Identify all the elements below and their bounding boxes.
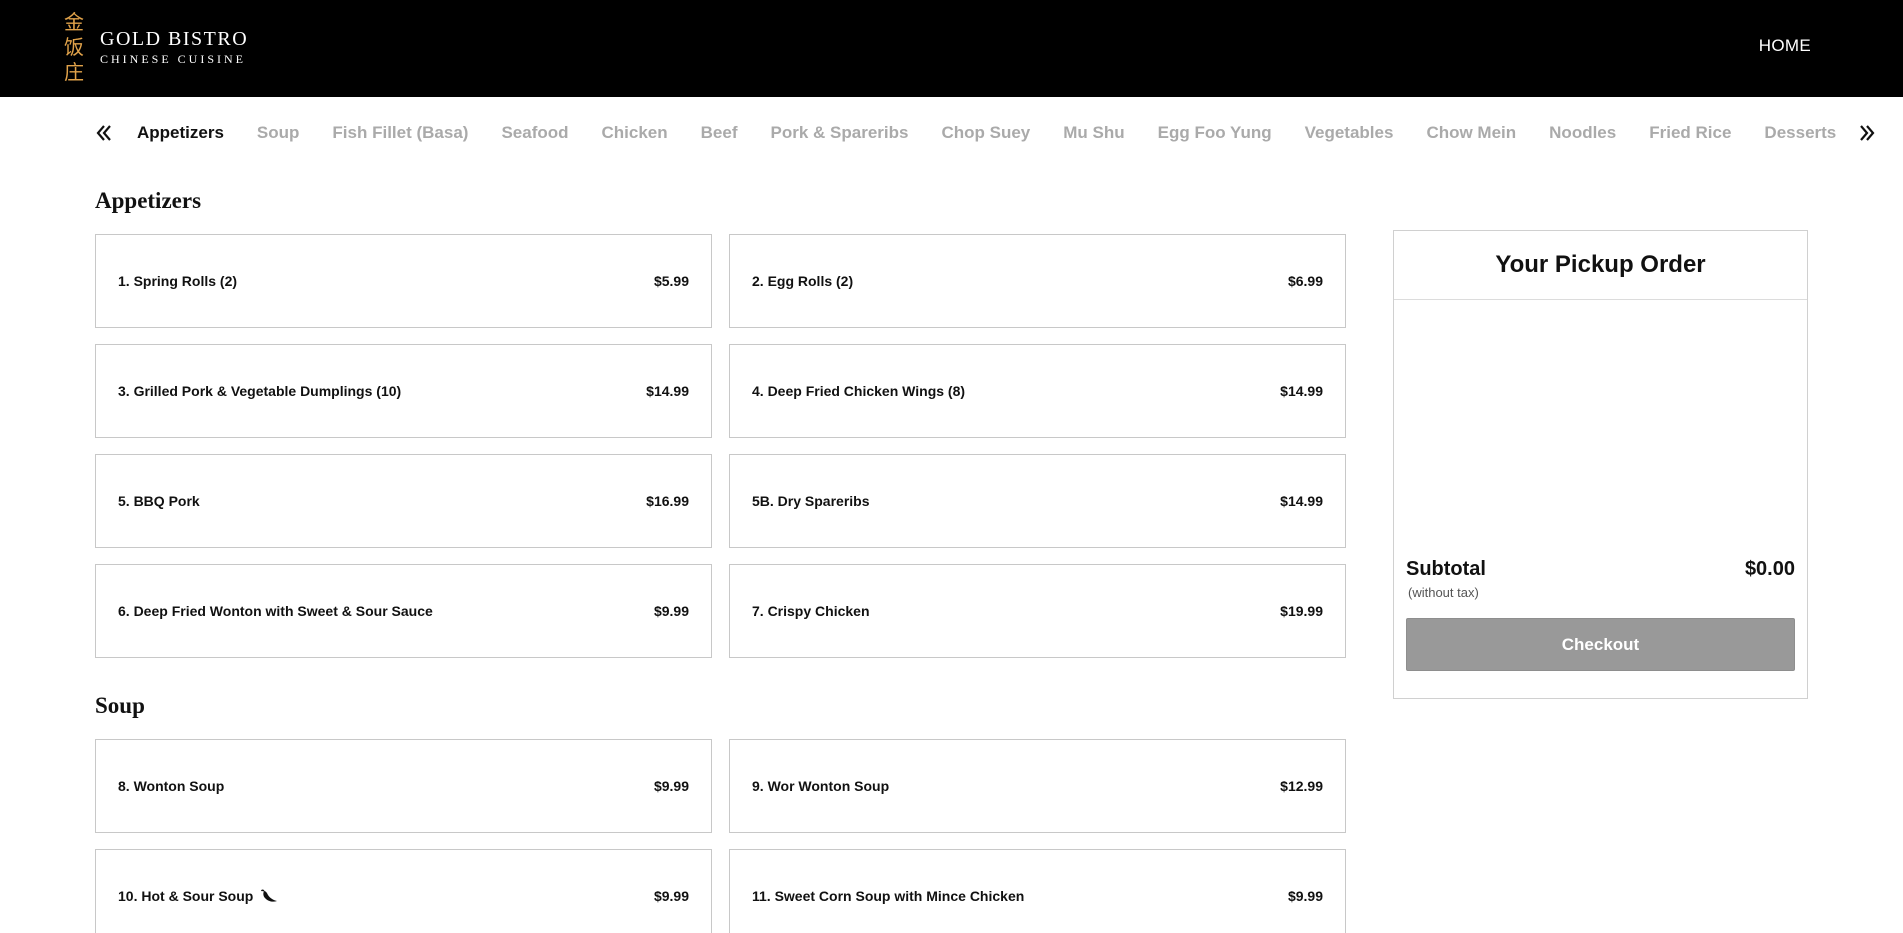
menu-item-price: $19.99 [1280,603,1323,619]
category-tab[interactable]: Fish Fillet (Basa) [332,123,468,143]
logo-char: 庄 [64,60,84,84]
category-tab[interactable]: Egg Foo Yung [1158,123,1272,143]
menu-item[interactable]: 8. Wonton Soup $9.99 [95,739,712,833]
logo-char: 金 [64,10,84,34]
category-tab[interactable]: Seafood [501,123,568,143]
menu-item[interactable]: 3. Grilled Pork & Vegetable Dumplings (1… [95,344,712,438]
menu-item[interactable]: 10. Hot & Sour Soup $9.99 [95,849,712,933]
category-tab[interactable]: Beef [701,123,738,143]
menu-item-price: $16.99 [646,493,689,509]
menu-item[interactable]: 9. Wor Wonton Soup $12.99 [729,739,1346,833]
order-items-area [1394,300,1807,558]
menu-item[interactable]: 6. Deep Fried Wonton with Sweet & Sour S… [95,564,712,658]
menu-item-name: 6. Deep Fried Wonton with Sweet & Sour S… [118,603,433,619]
checkout-button[interactable]: Checkout [1406,618,1795,671]
menu-item-name-wrap: 10. Hot & Sour Soup [118,888,279,904]
menu-item-name: 4. Deep Fried Chicken Wings (8) [752,383,966,399]
brand-tagline: CHINESE CUISINE [100,52,246,66]
menu-item-price: $6.99 [1287,273,1323,289]
menu-item-name: 2. Egg Rolls (2) [752,273,854,289]
logo-chinese-characters: 金 饭 庄 [64,10,84,85]
menu-item-name: 5. BBQ Pork [118,493,200,509]
category-tab[interactable]: Fried Rice [1649,123,1731,143]
category-tab[interactable]: Chop Suey [941,123,1030,143]
menu-item-name: 11. Sweet Corn Soup with Mince Chicken [752,888,1025,904]
menu-item-name: 8. Wonton Soup [118,778,225,794]
site-header: 金 饭 庄 GOLD BISTRO CHINESE CUISINE HOME [0,0,1903,97]
tax-note: (without tax) [1408,585,1479,600]
logo-text: GOLD BISTRO CHINESE CUISINE [100,28,248,67]
menu-item[interactable]: 1. Spring Rolls (2) $5.99 [95,234,712,328]
menu-item[interactable]: 4. Deep Fried Chicken Wings (8) $14.99 [729,344,1346,438]
menu-item[interactable]: 5. BBQ Pork $16.99 [95,454,712,548]
menu-item-price: $14.99 [1280,383,1323,399]
menu-item-price: $9.99 [653,778,689,794]
menu-item-price: $9.99 [653,888,689,904]
menu-item-name: 3. Grilled Pork & Vegetable Dumplings (1… [118,383,402,399]
menu-item[interactable]: 7. Crispy Chicken $19.99 [729,564,1346,658]
category-tab[interactable]: Appetizers [137,123,224,143]
subtotal-row: Subtotal $0.00 [1394,558,1807,581]
category-next-button[interactable] [1858,118,1876,148]
pickup-order-panel: Your Pickup Order Subtotal $0.00 (withou… [1393,230,1808,699]
category-tab[interactable]: Soup [257,123,300,143]
nav-home-link[interactable]: HOME [1759,36,1811,56]
double-chevron-right-icon [1860,125,1875,141]
category-tab[interactable]: Vegetables [1305,123,1394,143]
brand-name: GOLD BISTRO [100,28,249,50]
category-tab[interactable]: Pork & Spareribs [771,123,909,143]
menu-item-price: $14.99 [646,383,689,399]
brand-logo[interactable]: 金 饭 庄 GOLD BISTRO CHINESE CUISINE [64,10,248,85]
menu-item-name: 10. Hot & Sour Soup [118,888,254,904]
section-title-soup: Soup [95,693,145,718]
subtotal-label: Subtotal [1406,558,1486,580]
menu-item-price: $5.99 [653,273,689,289]
menu-item-price: $12.99 [1280,778,1323,794]
category-tab[interactable]: Desserts [1764,123,1836,143]
menu-item-price: $14.99 [1280,493,1323,509]
section-title-appetizers: Appetizers [95,188,202,213]
category-prev-button[interactable] [95,118,113,148]
menu-grid-soup: 8. Wonton Soup $9.99 9. Wor Wonton Soup $1… [95,739,1346,933]
category-tab[interactable]: Mu Shu [1063,123,1124,143]
subtotal-value: $0.00 [1744,558,1795,580]
menu-item-price: $9.99 [1287,888,1323,904]
category-nav: Appetizers Soup Fish Fillet (Basa) Seafood C… [95,118,1875,148]
menu-item-name: 1. Spring Rolls (2) [118,273,238,289]
category-tab[interactable]: Chicken [602,123,668,143]
menu-grid-appetizers: 1. Spring Rolls (2) $5.99 2. Egg Rolls (2… [95,234,1346,658]
menu-item-name: 7. Crispy Chicken [752,603,870,619]
order-title: Your Pickup Order [1394,231,1807,300]
menu-item-name: 5B. Dry Spareribs [752,493,870,509]
menu-item[interactable]: 11. Sweet Corn Soup with Mince Chicken $9… [729,849,1346,933]
category-tab-list: Appetizers Soup Fish Fillet (Basa) Seafood C… [137,123,1836,143]
menu-item-name: 9. Wor Wonton Soup [752,778,890,794]
chili-pepper-icon [261,889,279,903]
menu-item[interactable]: 5B. Dry Spareribs $14.99 [729,454,1346,548]
logo-char: 饭 [64,35,84,59]
menu-item-price: $9.99 [653,603,689,619]
category-tab[interactable]: Chow Mein [1426,123,1516,143]
menu-item[interactable]: 2. Egg Rolls (2) $6.99 [729,234,1346,328]
category-tab[interactable]: Noodles [1549,123,1616,143]
double-chevron-left-icon [96,125,111,141]
